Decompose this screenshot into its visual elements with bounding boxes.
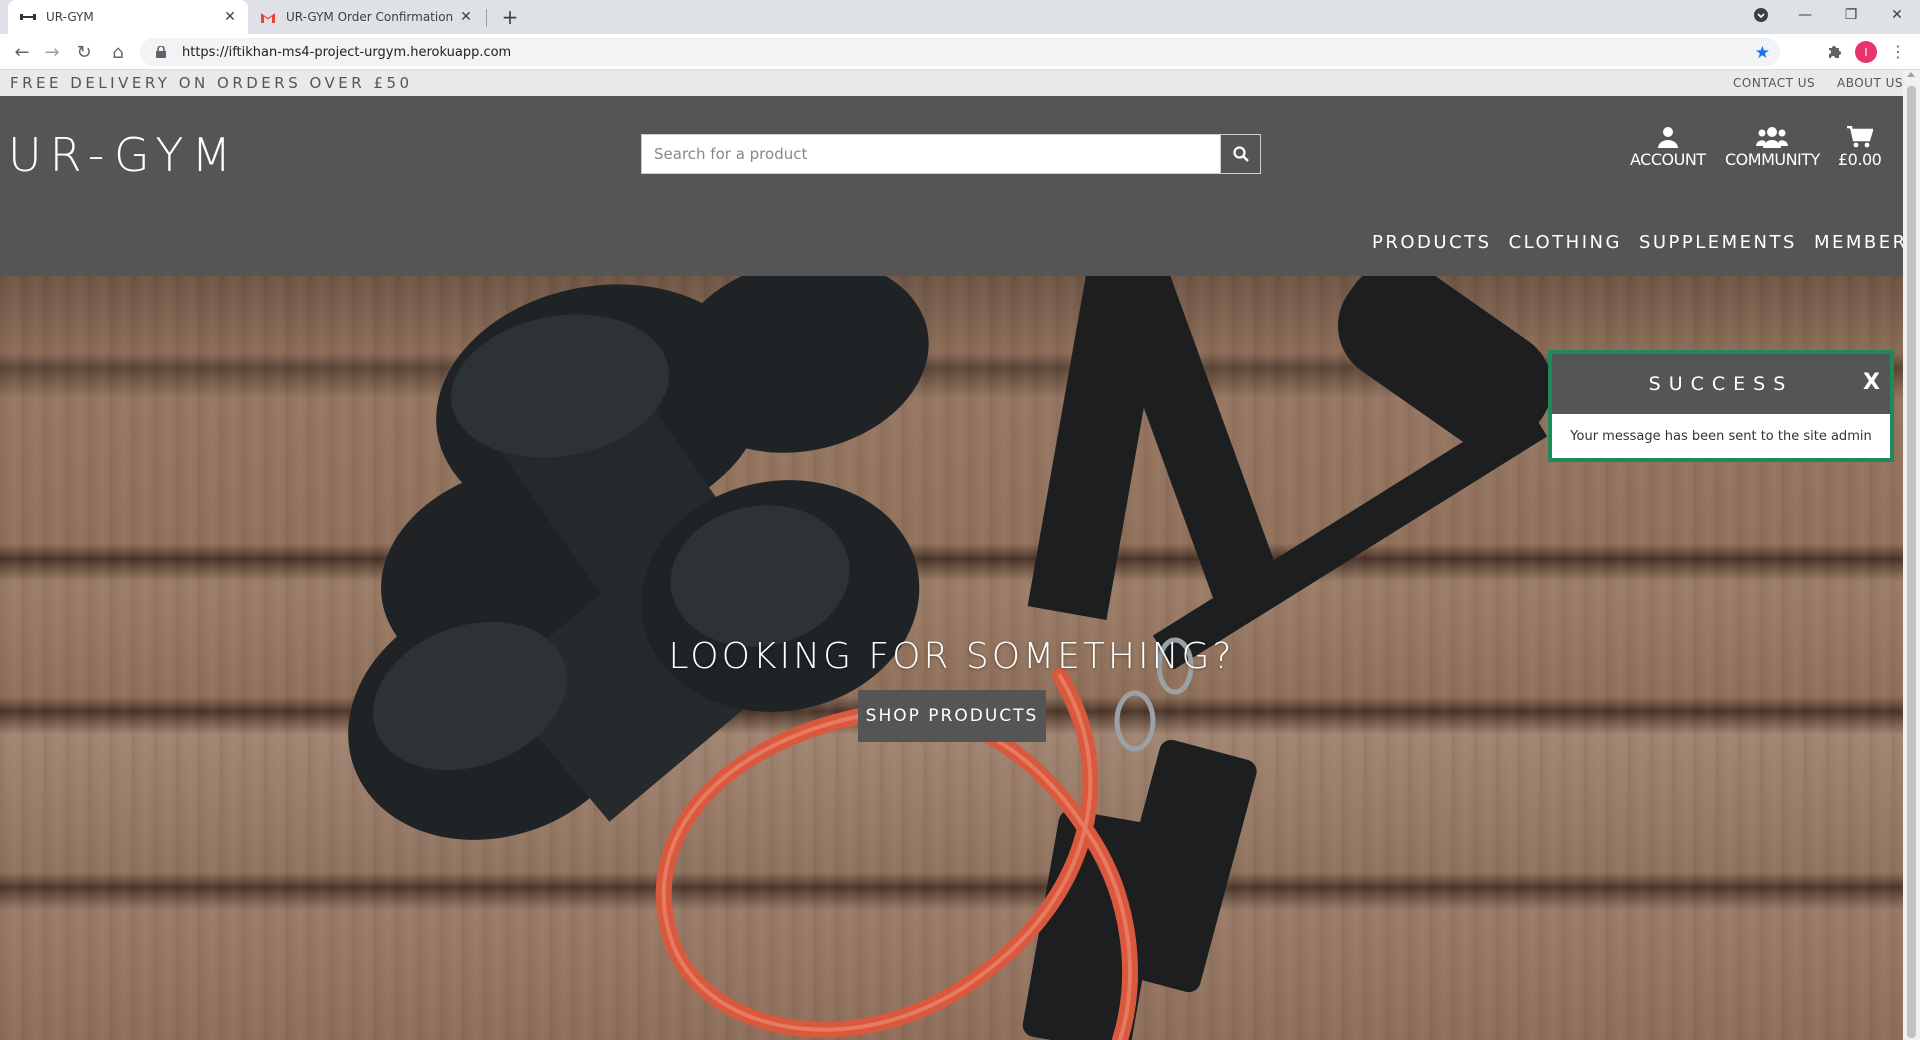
forward-icon[interactable]: → [38,38,66,66]
promo-bar: FREE DELIVERY ON ORDERS OVER £50 CONTACT… [0,70,1903,96]
nav-clothing[interactable]: CLOTHING [1509,232,1622,260]
close-tab-icon[interactable]: ✕ [220,7,240,27]
nav-products[interactable]: PRODUCTS [1372,232,1492,260]
about-us-link[interactable]: ABOUT US [1837,76,1903,90]
shop-products-button[interactable]: SHOP PRODUCTS [858,690,1046,742]
account-label: ACCOUNT [1630,150,1706,169]
browser-toolbar: ← → ↻ ⌂ https://iftikhan-ms4-project-urg… [0,34,1920,70]
browser-tab-active[interactable]: UR-GYM ✕ [8,0,248,34]
main-nav: PRODUCTS CLOTHING SUPPLEMENTS MEMBERSHIP… [1372,232,1903,260]
address-bar[interactable]: https://iftikhan-ms4-project-urgym.herok… [140,38,1780,66]
extensions-puzzle-icon[interactable] [1824,42,1844,62]
tab-separator [486,9,487,27]
dumbbell-icon [20,9,36,25]
close-tab-icon[interactable]: ✕ [456,7,476,27]
community-label: COMMUNITY [1725,150,1820,169]
minimize-icon[interactable]: — [1782,0,1828,30]
scroll-up-arrow-icon[interactable] [1907,72,1915,77]
cart-total: £0.00 [1838,150,1882,169]
nav-memberships[interactable]: MEMBERSHIPS [1814,232,1903,260]
account-link[interactable]: ACCOUNT [1630,126,1706,169]
contact-us-link[interactable]: CONTACT US [1733,76,1815,90]
tab-title: UR-GYM [46,10,94,24]
success-toast: SUCCESS X Your message has been sent to … [1548,350,1894,462]
browser-tab-inactive[interactable]: UR-GYM Order Confirmation For ✕ [252,0,484,34]
page: FREE DELIVERY ON ORDERS OVER £50 CONTACT… [0,70,1903,1040]
toast-message: Your message has been sent to the site a… [1570,428,1872,444]
browser-menu-icon[interactable]: ⋮ [1888,42,1908,62]
restore-icon[interactable]: ❐ [1828,0,1874,30]
nav-supplements[interactable]: SUPPLEMENTS [1639,232,1797,260]
user-icon [1657,127,1678,148]
reload-icon[interactable]: ↻ [70,38,98,66]
gmail-icon [260,9,276,25]
profile-avatar[interactable]: I [1855,41,1877,63]
search-button[interactable] [1220,135,1260,173]
search-form [641,134,1261,174]
shopping-cart-icon [1846,126,1873,148]
tab-title: UR-GYM Order Confirmation For [286,10,456,24]
new-tab-icon[interactable]: + [498,5,522,29]
site-logo[interactable]: UR-GYM [8,128,239,182]
home-icon[interactable]: ⌂ [104,38,132,66]
search-icon [1232,146,1249,162]
users-icon [1756,127,1789,148]
browser-tabstrip: UR-GYM ✕ UR-GYM Order Confirmation For ✕… [0,0,1920,34]
cart-link[interactable]: £0.00 [1838,126,1882,169]
toast-header: SUCCESS X [1552,354,1890,414]
url-text: https://iftikhan-ms4-project-urgym.herok… [182,44,512,60]
search-input[interactable] [642,135,1220,173]
toast-title: SUCCESS [1648,373,1794,395]
toast-close-button[interactable]: X [1863,370,1880,395]
lock-icon [154,45,168,59]
site-header: UR-GYM ACCOUNT COMMUNITY £0.00 PRODUCTS … [0,96,1903,276]
close-window-icon[interactable]: ✕ [1874,0,1920,30]
community-link[interactable]: COMMUNITY [1725,126,1820,169]
tab-search-icon[interactable] [1738,0,1784,30]
back-icon[interactable]: ← [8,38,36,66]
free-delivery-banner: FREE DELIVERY ON ORDERS OVER £50 [10,74,413,92]
hero-heading: LOOKING FOR SOMETHING? [668,636,1235,677]
page-scrollbar[interactable] [1903,70,1920,1040]
bookmark-star-icon[interactable]: ★ [1755,43,1770,63]
scrollbar-thumb[interactable] [1907,86,1916,1038]
